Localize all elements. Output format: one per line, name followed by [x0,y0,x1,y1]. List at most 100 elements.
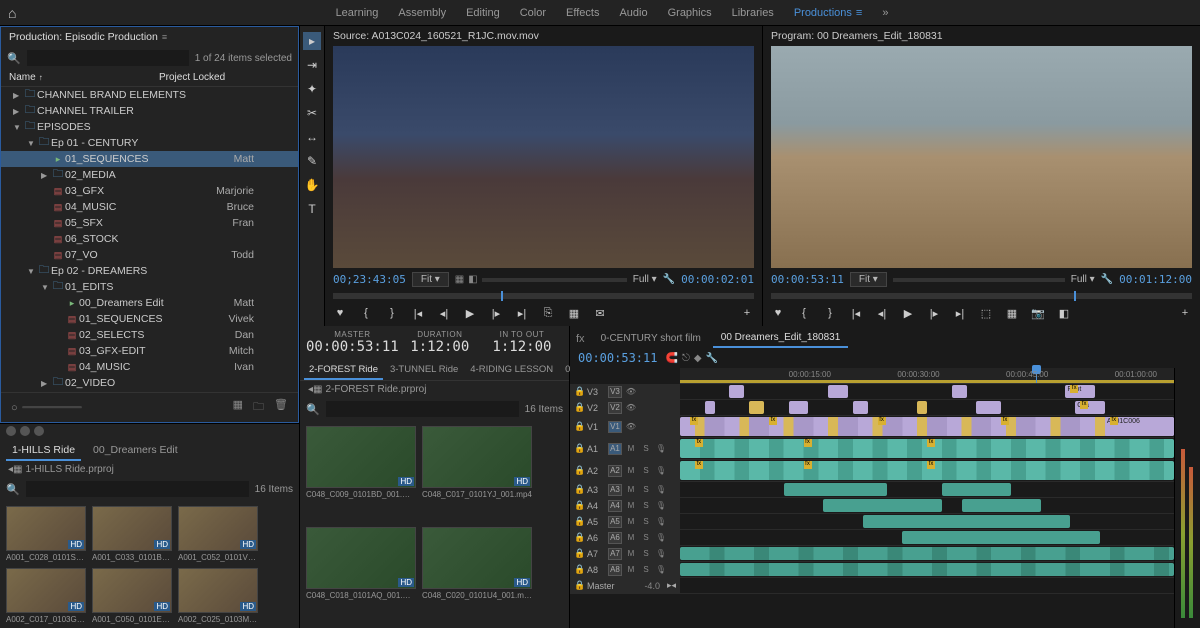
eye-icon[interactable]: 👁 [625,403,637,412]
workspace-tab[interactable]: Learning [336,7,379,19]
source-fit-dropdown[interactable]: Fit ▾ [412,272,449,287]
new-bin-icon[interactable]: 🗀 [253,398,264,417]
tree-row[interactable]: ▤01_SEQUENCESVivek [1,311,298,327]
razor-tool-icon[interactable]: ✂ [303,104,321,122]
traffic-close-icon[interactable] [6,426,16,436]
lock-icon[interactable]: 🔒 [574,532,584,543]
lock-icon[interactable]: 🔒 [574,500,584,511]
lock-icon[interactable]: 🔒 [574,516,584,527]
lock-icon[interactable]: 🔒 [574,564,584,575]
extract-icon[interactable]: ▦ [1003,307,1021,320]
track-target[interactable]: A7 [608,548,622,560]
tree-row[interactable]: ▸00_Dreamers EditMatt [1,295,298,311]
track-target[interactable]: A5 [608,516,622,528]
record-icon[interactable]: 🎙 [655,466,667,475]
tree-row[interactable]: ▼🗀Ep 02 - DREAMERS [1,263,298,279]
step-fwd-icon[interactable]: |▸ [925,307,943,320]
clip-thumb[interactable]: HDC048_C009_0101BD_001.mp4 [306,426,416,521]
source-viewport[interactable] [333,46,754,268]
track-target[interactable]: A2 [608,465,622,477]
settings-icon[interactable]: 🔧 [706,353,718,364]
record-icon[interactable]: 🎙 [655,485,667,494]
insert-icon[interactable]: ⎘ [539,307,557,320]
trash-icon[interactable]: 🗑 [274,398,288,417]
tree-row[interactable]: ▼🗀EPISODES [1,119,298,135]
solo-icon[interactable]: S [640,466,652,475]
tab[interactable]: 00_Dreamers Edit [87,441,184,461]
record-icon[interactable]: 🎙 [655,533,667,542]
export-frame-icon[interactable]: ✉ [591,307,609,320]
track-target[interactable]: A8 [608,564,622,576]
lock-icon[interactable]: 🔒 [574,421,584,432]
timeline-ruler[interactable]: 00:00:15:0000:00:30:0000:00:45:0000:01:0… [680,368,1174,384]
mute-icon[interactable]: M [625,533,637,542]
mute-icon[interactable]: M [625,517,637,526]
go-out-icon[interactable]: ▸| [951,307,969,320]
tree-row[interactable]: ▤06_STOCK [1,231,298,247]
mark-out-icon[interactable]: } [821,307,839,320]
overwrite-icon[interactable]: ▦ [565,307,583,320]
program-viewport[interactable] [771,46,1192,268]
add-button-icon[interactable]: + [738,307,756,320]
record-icon[interactable]: 🎙 [655,517,667,526]
solo-icon[interactable]: S [640,444,652,453]
linked-sel-icon[interactable]: ⎋ [682,353,690,364]
mute-icon[interactable]: M [625,501,637,510]
panel-menu-icon[interactable]: ≡ [162,32,167,42]
tree-row[interactable]: ▶🗀02_VIDEO [1,375,298,391]
project-tree[interactable]: ▶🗀CHANNEL BRAND ELEMENTS▶🗀CHANNEL TRAILE… [1,87,298,392]
tree-row[interactable]: ▼🗀01_EDITS [1,279,298,295]
mute-icon[interactable]: M [625,444,637,453]
add-button-icon[interactable]: + [1176,307,1194,320]
marker-icon[interactable]: ◆ [694,353,702,364]
lock-icon[interactable]: 🔒 [574,465,584,476]
workspace-tab[interactable]: Assembly [398,7,446,19]
search-input[interactable] [27,50,189,66]
workspace-tab[interactable]: Color [520,7,546,19]
hand-tool-icon[interactable]: ✋ [303,176,321,194]
snap-icon[interactable]: 🧲 [665,353,677,364]
solo-icon[interactable]: S [640,565,652,574]
col-lock[interactable]: Project Locked [159,72,290,83]
mark-in-icon[interactable]: { [795,307,813,320]
tab[interactable]: 2-FOREST Ride [304,361,383,380]
tab[interactable]: 3-TUNNEL Ride [385,361,463,380]
type-tool-icon[interactable]: T [303,200,321,218]
zoom-slider[interactable]: ○ [11,398,82,417]
workspace-tab[interactable]: Libraries [732,7,774,19]
slip-tool-icon[interactable]: ↔ [303,128,321,146]
mute-icon[interactable]: M [625,466,637,475]
expand-icon[interactable]: ▸◂ [667,580,676,591]
search-icon[interactable]: 🔍 [7,52,21,65]
comp-split-icon[interactable]: ◧ [468,274,477,285]
lift-icon[interactable]: ⬚ [977,307,995,320]
tree-row[interactable]: ▤04_MUSICIvan [1,359,298,375]
ripple-edit-tool-icon[interactable]: ✦ [303,80,321,98]
solo-icon[interactable]: S [640,517,652,526]
fx-icon[interactable]: fx [576,333,585,345]
track-target[interactable]: V1 [608,421,622,433]
track-target[interactable]: A4 [608,500,622,512]
mark-in-icon[interactable]: { [357,307,375,320]
tree-row[interactable]: ▶🗀02_MEDIA [1,167,298,183]
solo-icon[interactable]: S [640,501,652,510]
clip-thumb[interactable]: HDC048_C017_0101YJ_001.mp4 [422,426,532,521]
track-target[interactable]: V3 [608,386,622,398]
clip-thumb[interactable]: HDA002_C017_0103GK_001.mp4 [6,568,86,624]
workspace-tab[interactable]: Graphics [668,7,712,19]
source-scrubber[interactable] [333,293,754,299]
hills-search-input[interactable] [26,481,249,497]
mute-icon[interactable]: M [625,549,637,558]
track-target[interactable]: A6 [608,532,622,544]
mute-icon[interactable]: M [625,485,637,494]
record-icon[interactable]: 🎙 [655,549,667,558]
add-marker-icon[interactable]: ♥ [769,307,787,320]
solo-icon[interactable]: S [640,485,652,494]
search-icon[interactable]: 🔍 [306,403,320,416]
step-back-icon[interactable]: ◂| [873,307,891,320]
track-target[interactable]: A1 [608,443,622,455]
timeline-tracks[interactable]: 🔒V3V3👁Footfx🔒V2V2👁Orafx🔒V1V1👁A001C006fxf… [570,384,1174,628]
record-icon[interactable]: 🎙 [655,444,667,453]
timeline-tc[interactable]: 00:00:53:11 [578,351,657,365]
lock-icon[interactable]: 🔒 [574,386,584,397]
